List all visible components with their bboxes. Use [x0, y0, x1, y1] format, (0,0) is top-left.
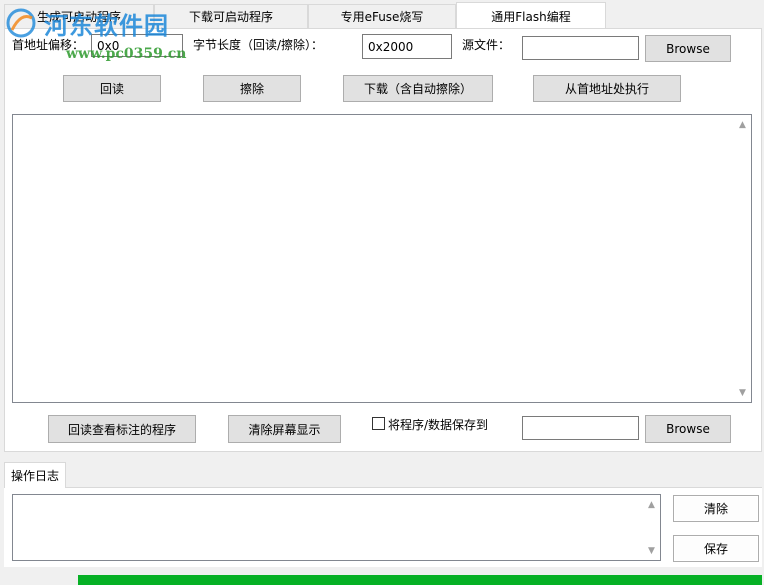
scroll-down-icon[interactable]: ▼: [734, 384, 751, 401]
scroll-down-icon[interactable]: ▼: [643, 542, 660, 559]
watermark-logo-icon: [6, 8, 36, 38]
progress-bar: [78, 575, 762, 585]
log-tab-label: 操作日志: [10, 469, 59, 483]
source-file-input[interactable]: [522, 36, 639, 60]
tab-label: 下载可启动程序: [188, 10, 273, 24]
source-file-label: 源文件：: [462, 38, 511, 52]
save-to-checkbox[interactable]: [372, 417, 385, 430]
log-textarea[interactable]: ▲ ▼: [12, 494, 661, 561]
log-tab[interactable]: 操作日志: [4, 462, 66, 488]
log-scrollbar[interactable]: ▲ ▼: [643, 495, 660, 560]
tab-label: 通用Flash编程: [491, 9, 571, 24]
progress-fill: [78, 575, 762, 585]
scroll-up-icon[interactable]: ▲: [643, 496, 660, 513]
length-label: 字节长度（回读/擦除）：: [193, 38, 324, 52]
erase-button[interactable]: 擦除: [203, 75, 301, 102]
save-path-input[interactable]: [522, 416, 639, 440]
log-clear-button[interactable]: 清除: [673, 495, 759, 522]
flash-data-display[interactable]: ▲ ▼: [12, 114, 752, 403]
clear-screen-button[interactable]: 清除屏幕显示: [228, 415, 341, 443]
browse-source-button[interactable]: Browse: [645, 35, 731, 62]
save-to-label: 将程序/数据保存到: [388, 418, 489, 432]
tab-label: 专用eFuse烧写: [340, 10, 424, 24]
length-input[interactable]: 0x2000: [362, 34, 452, 59]
readback-view-button[interactable]: 回读查看标注的程序: [48, 415, 196, 443]
tab-efuse[interactable]: 专用eFuse烧写: [308, 4, 456, 28]
browse-save-button[interactable]: Browse: [645, 415, 731, 443]
log-save-button[interactable]: 保存: [673, 535, 759, 562]
display-scrollbar[interactable]: ▲ ▼: [734, 115, 751, 402]
download-auto-erase-button[interactable]: 下载（含自动擦除）: [343, 75, 493, 102]
scroll-up-icon[interactable]: ▲: [734, 116, 751, 133]
tab-download-bootable[interactable]: 下载可启动程序: [154, 4, 308, 28]
tab-flash-programming[interactable]: 通用Flash编程: [456, 2, 606, 29]
execute-from-start-button[interactable]: 从首地址处执行: [533, 75, 681, 102]
readback-button[interactable]: 回读: [63, 75, 161, 102]
watermark-url: www.pc0359.cn: [66, 46, 187, 62]
watermark-title: 河东软件园: [44, 11, 169, 40]
